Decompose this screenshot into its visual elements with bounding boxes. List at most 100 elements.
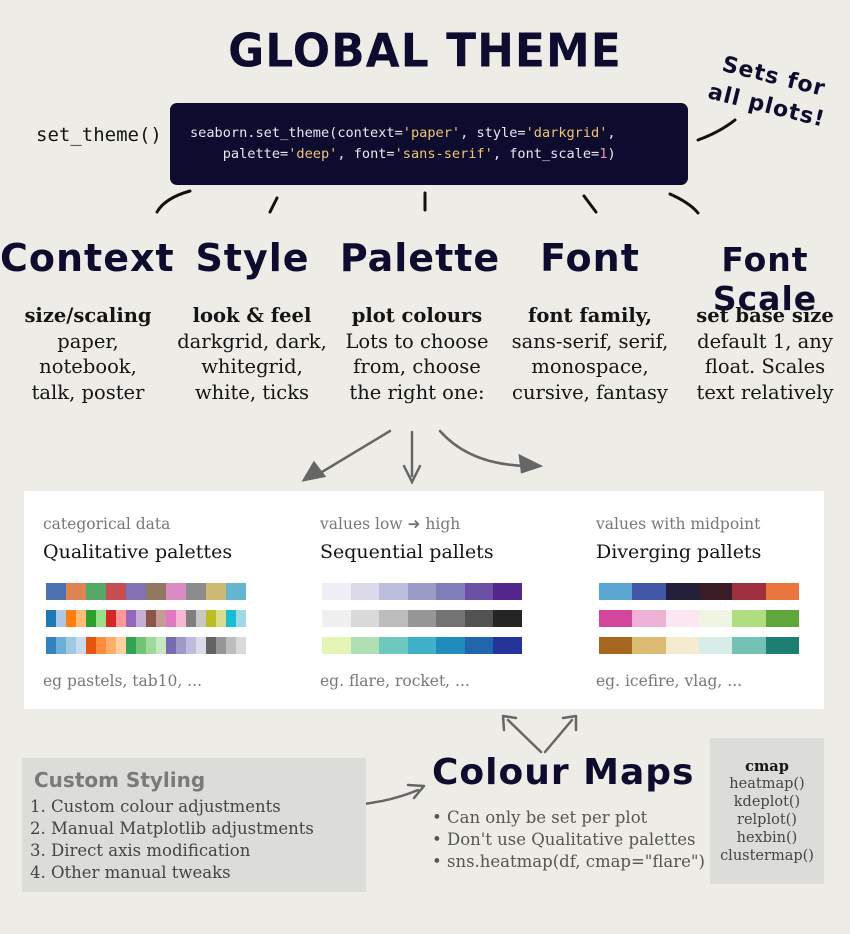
font-connector bbox=[582, 194, 598, 214]
color-swatch bbox=[226, 583, 246, 600]
colour-maps-bullet: • Can only be set per plot bbox=[432, 808, 648, 827]
color-swatch bbox=[156, 637, 166, 654]
color-swatch bbox=[407, 610, 437, 627]
color-swatch bbox=[136, 637, 146, 654]
color-swatch bbox=[732, 637, 766, 654]
note-connector bbox=[696, 118, 737, 142]
custom-styling-box: Custom Styling 1. Custom colour adjustme… bbox=[22, 758, 366, 892]
font-scale-description: set base size default 1, any float. Scal… bbox=[680, 303, 850, 405]
color-swatch bbox=[436, 583, 465, 600]
cmap-function: heatmap() bbox=[729, 776, 805, 792]
color-swatch bbox=[698, 610, 733, 627]
color-swatch bbox=[46, 610, 56, 627]
palette-footer: eg. flare, rocket, ... bbox=[320, 672, 470, 690]
colour-maps-bullet: • sns.heatmap(df, cmap="flare") bbox=[432, 852, 705, 871]
color-swatch bbox=[226, 610, 236, 627]
desc-head: size/scaling bbox=[24, 304, 152, 327]
swatch-row bbox=[322, 610, 523, 627]
palette-title: Sequential pallets bbox=[320, 541, 494, 563]
palette-caption: values with midpoint bbox=[596, 515, 761, 533]
color-swatch bbox=[350, 610, 380, 627]
custom-styling-item: 4. Other manual tweaks bbox=[30, 863, 231, 882]
palette-footer: eg. icefire, vlag, ... bbox=[596, 672, 743, 690]
color-swatch bbox=[464, 583, 494, 600]
desc-line: whitegrid, bbox=[201, 355, 303, 378]
arrow-diverging bbox=[438, 429, 530, 468]
color-swatch bbox=[106, 637, 116, 654]
style-connector bbox=[268, 196, 279, 214]
fontscale-connector bbox=[668, 192, 700, 215]
color-swatch bbox=[226, 637, 236, 654]
color-swatch bbox=[66, 583, 86, 600]
arrow-head-icon bbox=[518, 453, 544, 474]
color-swatch bbox=[46, 583, 66, 600]
color-swatch bbox=[379, 610, 408, 627]
desc-line: sans-serif, serif, bbox=[511, 329, 669, 353]
arrow-up-right bbox=[543, 718, 574, 754]
desc-head: look & feel bbox=[192, 304, 312, 327]
color-swatch bbox=[106, 583, 126, 600]
swatch-row bbox=[46, 610, 246, 627]
palette-caption: categorical data bbox=[43, 515, 171, 533]
palette-heading: Palette bbox=[339, 236, 501, 280]
color-swatch bbox=[186, 610, 196, 627]
color-swatch bbox=[698, 583, 733, 600]
color-swatch bbox=[236, 610, 246, 627]
color-swatch bbox=[665, 610, 699, 627]
desc-head: set base size bbox=[696, 304, 834, 327]
color-swatch bbox=[493, 637, 523, 654]
palette-title: Qualitative palettes bbox=[43, 541, 233, 563]
desc-line: default 1, any bbox=[697, 329, 833, 353]
color-swatch bbox=[765, 583, 799, 600]
color-swatch bbox=[46, 637, 56, 654]
palette-footer: eg pastels, tab10, ... bbox=[43, 672, 203, 690]
desc-line: from, choose bbox=[353, 355, 481, 378]
custom-styling-title: Custom Styling bbox=[34, 768, 206, 792]
color-swatch bbox=[196, 610, 206, 627]
color-swatch bbox=[96, 637, 106, 654]
color-swatch bbox=[765, 637, 799, 654]
color-swatch bbox=[322, 610, 351, 627]
cmap-function: relplot() bbox=[737, 812, 797, 828]
color-swatch bbox=[176, 610, 186, 627]
color-swatch bbox=[665, 637, 699, 654]
desc-line: text relatively bbox=[696, 380, 834, 404]
color-swatch bbox=[96, 610, 106, 627]
color-swatch bbox=[116, 610, 126, 627]
color-swatch bbox=[166, 583, 186, 600]
arrow-qualitative bbox=[310, 429, 392, 480]
custom-styling-item: 2. Manual Matplotlib adjustments bbox=[30, 819, 314, 838]
colour-maps-heading: Colour Maps bbox=[432, 752, 695, 793]
swatch-row bbox=[599, 610, 799, 627]
color-swatch bbox=[76, 610, 86, 627]
custom-styling-item: 3. Direct axis modification bbox=[30, 841, 251, 860]
color-swatch bbox=[86, 583, 106, 600]
sequential-swatches bbox=[322, 583, 523, 654]
color-swatch bbox=[732, 610, 766, 627]
color-swatch bbox=[186, 583, 206, 600]
color-swatch bbox=[126, 583, 146, 600]
color-swatch bbox=[732, 583, 766, 600]
color-swatch bbox=[407, 637, 437, 654]
cmap-function: hexbin() bbox=[736, 830, 798, 846]
diverging-swatches bbox=[599, 583, 799, 654]
color-swatch bbox=[166, 610, 176, 627]
color-swatch bbox=[322, 637, 351, 654]
color-swatch bbox=[76, 637, 86, 654]
arrow-up-left bbox=[506, 718, 543, 754]
color-swatch bbox=[236, 637, 246, 654]
desc-line: float. Scales bbox=[704, 355, 826, 378]
color-swatch bbox=[206, 610, 216, 627]
swatch-row bbox=[46, 583, 246, 600]
color-swatch bbox=[196, 637, 206, 654]
color-swatch bbox=[436, 610, 465, 627]
font-description: font family, sans-serif, serif, monospac… bbox=[500, 303, 680, 405]
swatch-row bbox=[46, 637, 246, 654]
cmap-box-title: cmap bbox=[745, 758, 789, 775]
desc-line: paper, bbox=[57, 329, 119, 353]
style-description: look & feel darkgrid, dark, whitegrid, w… bbox=[170, 303, 334, 405]
custom-styling-item: 1. Custom colour adjustments bbox=[30, 797, 281, 816]
color-swatch bbox=[156, 610, 166, 627]
color-swatch bbox=[136, 610, 146, 627]
color-swatch bbox=[206, 637, 216, 654]
